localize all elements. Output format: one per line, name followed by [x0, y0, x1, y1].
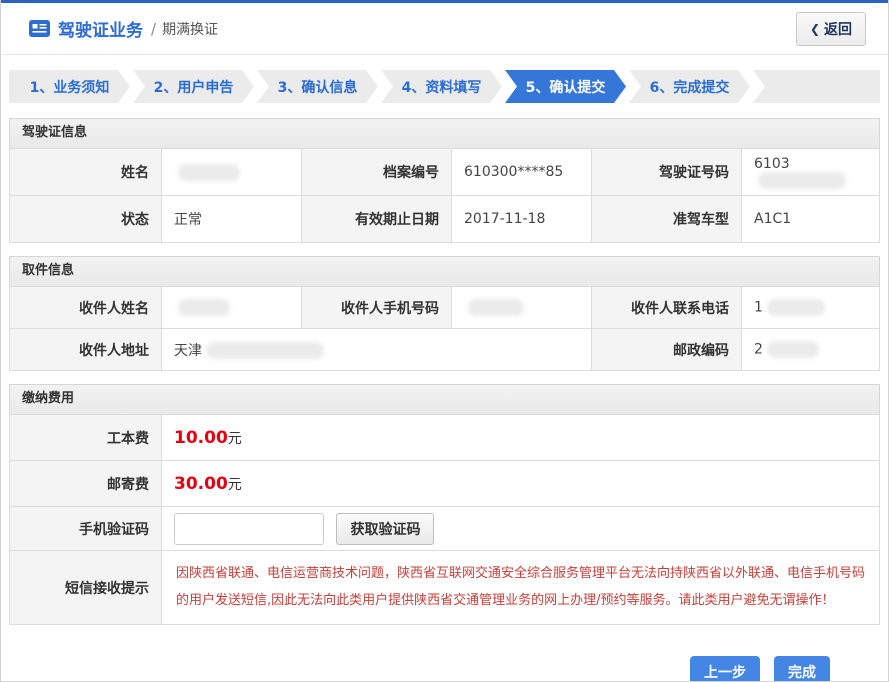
table-row: 姓名 档案编号 610300****85 驾驶证号码 6103 [10, 149, 880, 196]
sms-code-input[interactable] [174, 513, 324, 545]
postage-fee-label: 邮寄费 [10, 461, 162, 507]
footer-actions: 上一步 完成 [1, 638, 888, 682]
recipient-mobile-value [452, 287, 592, 329]
fees-section: 缴纳费用 工本费 10.00元 邮寄费 30.00元 手机验证码 获取验证码 短… [9, 384, 880, 625]
currency-unit: 元 [228, 477, 242, 493]
status-label: 状态 [10, 196, 162, 243]
get-code-button[interactable]: 获取验证码 [336, 513, 434, 545]
masked-value [178, 164, 240, 181]
postcode-text: 2 [754, 342, 763, 358]
chevron-left-icon: ❮ [810, 22, 820, 36]
name-value [162, 149, 302, 196]
recipient-phone-value: 1 [742, 287, 880, 329]
work-fee-value: 10.00元 [162, 415, 880, 461]
currency-unit: 元 [228, 431, 242, 447]
step-bar-filler [753, 70, 880, 103]
address-label: 收件人地址 [10, 329, 162, 371]
license-no-value: 6103 [742, 149, 880, 196]
sms-code-label: 手机验证码 [10, 507, 162, 551]
table-row: 收件人姓名 收件人手机号码 收件人联系电话 1 [10, 287, 880, 329]
license-card-icon [29, 20, 50, 37]
step-label: 3、确认信息 [278, 77, 358, 97]
sms-tip-cell: 因陕西省联通、电信运营商技术问题，陕西省互联网交通安全综合服务管理平台无法向持陕… [162, 551, 880, 625]
step-confirm-info: 3、确认信息 [257, 70, 378, 103]
work-fee-amount: 10.00 [174, 428, 228, 448]
address-text: 天津 [174, 343, 202, 359]
breadcrumb-separator: / [151, 20, 156, 38]
step-label: 5、确认提交 [526, 77, 606, 97]
step-fill-materials: 4、资料填写 [381, 70, 502, 103]
recipient-phone-text: 1 [754, 300, 763, 316]
table-row: 收件人地址 天津 邮政编码 2 [10, 329, 880, 371]
step-confirm-submit-active: 5、确认提交 [505, 70, 626, 103]
postcode-value: 2 [742, 329, 880, 371]
sms-warning-text: 因陕西省联通、电信运营商技术问题，陕西省互联网交通安全综合服务管理平台无法向持陕… [174, 551, 867, 624]
page-title: 驾驶证业务 [58, 16, 143, 41]
finish-button[interactable]: 完成 [774, 656, 830, 682]
status-value: 正常 [162, 196, 302, 243]
step-label: 4、资料填写 [402, 77, 482, 97]
pickup-info-section: 取件信息 收件人姓名 收件人手机号码 收件人联系电话 1 收件人地址 天津 邮政… [9, 256, 880, 371]
postage-fee-amount: 30.00 [174, 474, 228, 494]
table-row: 邮寄费 30.00元 [10, 461, 880, 507]
license-no-label: 驾驶证号码 [592, 149, 742, 196]
back-button[interactable]: ❮ 返回 [796, 12, 866, 46]
step-business-notice: 1、业务须知 [9, 70, 130, 103]
step-label: 6、完成提交 [650, 77, 730, 97]
license-no-text: 6103 [754, 156, 790, 172]
license-section-title: 驾驶证信息 [9, 118, 880, 148]
step-label: 2、用户申告 [154, 77, 234, 97]
masked-value [767, 341, 819, 358]
masked-value [767, 299, 825, 316]
pickup-section-title: 取件信息 [9, 256, 880, 286]
license-info-section: 驾驶证信息 姓名 档案编号 610300****85 驾驶证号码 6103 状态… [9, 118, 880, 243]
work-fee-label: 工本费 [10, 415, 162, 461]
pickup-info-table: 收件人姓名 收件人手机号码 收件人联系电话 1 收件人地址 天津 邮政编码 2 [9, 286, 880, 371]
file-no-value: 610300****85 [452, 149, 592, 196]
masked-value [206, 342, 324, 359]
table-row: 短信接收提示 因陕西省联通、电信运营商技术问题，陕西省互联网交通安全综合服务管理… [10, 551, 880, 625]
masked-value [758, 172, 846, 189]
masked-value [468, 299, 524, 316]
expiry-label: 有效期止日期 [302, 196, 452, 243]
vehicle-class-value: A1C1 [742, 196, 880, 243]
breadcrumb: 期满换证 [162, 19, 218, 39]
sms-tip-label: 短信接收提示 [10, 551, 162, 625]
sms-code-cell: 获取验证码 [162, 507, 880, 551]
masked-value [178, 299, 230, 316]
address-value: 天津 [162, 329, 592, 371]
prev-step-button[interactable]: 上一步 [690, 656, 760, 682]
name-label: 姓名 [10, 149, 162, 196]
fees-section-title: 缴纳费用 [9, 384, 880, 414]
postcode-label: 邮政编码 [592, 329, 742, 371]
recipient-mobile-label: 收件人手机号码 [302, 287, 452, 329]
table-row: 手机验证码 获取验证码 [10, 507, 880, 551]
license-info-table: 姓名 档案编号 610300****85 驾驶证号码 6103 状态 正常 有效… [9, 148, 880, 243]
back-button-label: 返回 [824, 19, 852, 39]
page-header: 驾驶证业务 / 期满换证 ❮ 返回 [1, 3, 888, 55]
table-row: 状态 正常 有效期止日期 2017-11-18 准驾车型 A1C1 [10, 196, 880, 243]
step-complete-submit: 6、完成提交 [629, 70, 750, 103]
recipient-name-value [162, 287, 302, 329]
page: 驾驶证业务 / 期满换证 ❮ 返回 1、业务须知 2、用户申告 3、确认信息 4… [0, 0, 889, 682]
file-no-label: 档案编号 [302, 149, 452, 196]
expiry-value: 2017-11-18 [452, 196, 592, 243]
fees-table: 工本费 10.00元 邮寄费 30.00元 手机验证码 获取验证码 短信接收提示… [9, 414, 880, 625]
recipient-name-label: 收件人姓名 [10, 287, 162, 329]
table-row: 工本费 10.00元 [10, 415, 880, 461]
step-label: 1、业务须知 [30, 77, 110, 97]
recipient-phone-label: 收件人联系电话 [592, 287, 742, 329]
vehicle-class-label: 准驾车型 [592, 196, 742, 243]
step-user-declaration: 2、用户申告 [133, 70, 254, 103]
postage-fee-value: 30.00元 [162, 461, 880, 507]
step-wizard: 1、业务须知 2、用户申告 3、确认信息 4、资料填写 5、确认提交 6、完成提… [9, 70, 880, 103]
